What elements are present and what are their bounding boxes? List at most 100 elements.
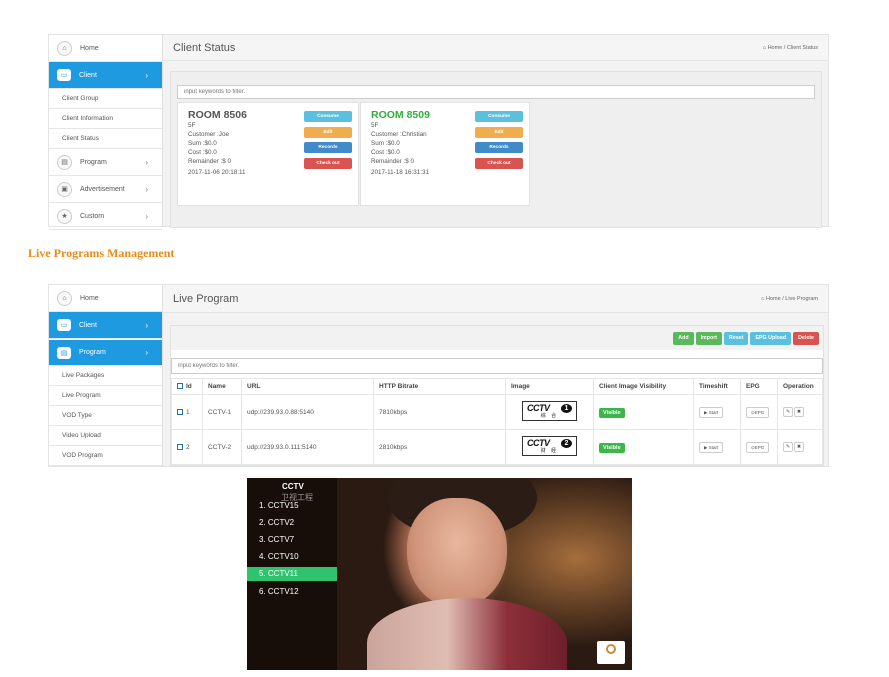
filter-input[interactable] [177,85,815,99]
epg-button[interactable]: ⊙EPG [746,441,770,453]
channel-item[interactable]: 2. CCTV2 [247,516,337,530]
sidebar-item-client-group[interactable]: Client Group [49,89,162,109]
cell-epg: ⊙EPG [740,429,778,465]
sidebar-item-vod-type[interactable]: VOD Type [49,406,162,426]
sidebar-item-home[interactable]: ⌂ Home [49,285,162,312]
breadcrumb[interactable]: ⌂ Home / Live Program [761,296,818,302]
timeshift-start-button[interactable]: ▶ Start [699,406,724,418]
sidebar-item-client-information[interactable]: Client Information [49,109,162,129]
table-header-row: Id Name URL HTTP Bitrate Image Client Im… [171,378,823,395]
sidebar-item-client[interactable]: ▭ Client › [49,62,162,89]
cell-bitrate: 2810kbps [373,429,506,465]
sidebar-item-advertisement[interactable]: ▣ Advertisement › [49,176,162,203]
chevron-right-icon: › [145,211,148,221]
records-button[interactable]: Records [304,142,352,153]
column-header-url: URL [241,378,374,395]
delete-button[interactable]: Delete [793,331,819,345]
channel-item[interactable]: 6. CCTV12 [247,585,337,599]
sidebar: ⌂ Home ▭ Client › Client Group Client In… [49,35,163,230]
reset-button[interactable]: Reset [724,331,749,345]
sidebar-item-program[interactable]: ▤ Program › [49,149,162,176]
epg-upload-button[interactable]: EPG Upload [750,331,792,345]
cell-timeshift: ▶ Start [693,394,741,430]
live-program-panel: ⌂ Home ▭ Client › ▤ Program › Live Packa… [48,284,829,467]
photo-body [367,598,567,670]
sidebar-item-label: Live Packages [62,372,105,379]
column-header-visibility: Client Image Visibility [593,378,694,395]
sidebar-item-home[interactable]: ⌂ Home [49,35,162,62]
sidebar-item-label: Live Program [62,392,101,399]
column-header-epg: EPG [740,378,778,395]
sidebar-item-label: Home [80,44,99,52]
channel-logo: CCTV 2 财 经 [522,436,577,456]
edit-button[interactable]: Edit [475,127,523,138]
sidebar-item-label: Advertisement [80,185,125,193]
cell-url: udp://239.93.0.88:5140 [241,394,374,430]
visible-badge[interactable]: Visible [599,407,625,418]
cell-visibility: Visible [593,394,694,430]
column-header-bitrate: HTTP Bitrate [373,378,506,395]
edit-pencil-icon[interactable]: ✎ [783,407,793,417]
visible-badge[interactable]: Visible [599,442,625,453]
film-icon: ▤ [57,346,71,359]
star-icon: ★ [57,208,72,224]
delete-x-icon[interactable]: ✖ [794,407,804,417]
channel-item[interactable]: 3. CCTV7 [247,533,337,547]
chevron-right-icon: › [145,320,148,330]
sidebar-item-vod-program[interactable]: VOD Program [49,446,162,466]
filter-input[interactable] [171,358,823,374]
sidebar-item-video-upload[interactable]: Video Upload [49,426,162,446]
edit-pencil-icon[interactable]: ✎ [783,442,793,452]
column-header-timeshift: Timeshift [693,378,741,395]
sidebar-item-client[interactable]: ▭ Client › [49,312,162,339]
sidebar-item-label: VOD Program [62,452,103,459]
cell-bitrate: 7810kbps [373,394,506,430]
sidebar-item-label: Client [79,321,97,329]
channel-item[interactable]: 1. CCTV15 [247,499,337,513]
channel-menu-title: CCTV [282,482,304,491]
channel-item-selected[interactable]: 5. CCTV11 [247,567,337,581]
sidebar-item-client-status[interactable]: Client Status [49,129,162,149]
row-checkbox[interactable] [177,443,183,450]
select-all-checkbox[interactable] [177,383,183,390]
home-icon: ⌂ [57,290,72,306]
consume-button[interactable]: Consume [304,111,352,122]
chevron-right-icon: › [145,70,148,80]
sidebar-item-label: Home [80,294,99,302]
logo-emblem-icon [606,644,616,654]
edit-button[interactable]: Edit [304,127,352,138]
row-checkbox[interactable] [177,408,183,415]
section-heading: Live Programs Management [28,246,175,260]
records-button[interactable]: Records [475,142,523,153]
sidebar-item-live-packages[interactable]: Live Packages [49,366,162,386]
photo-face [407,498,507,608]
sidebar-item-custom[interactable]: ★ Custom › [49,203,162,230]
cell-visibility: Visible [593,429,694,465]
tv-screen: CCTV 卫视工程 1. CCTV15 2. CCTV2 3. CCTV7 4.… [247,478,632,670]
toolbar: Add Import Reset EPG Upload Delete [171,326,823,350]
channel-item[interactable]: 4. CCTV10 [247,550,337,564]
sidebar: ⌂ Home ▭ Client › ▤ Program › Live Packa… [49,285,163,466]
cell-name: CCTV-2 [202,429,242,465]
sidebar-item-label: Program [80,158,107,166]
add-button[interactable]: Add [673,331,694,345]
sidebar-item-live-program[interactable]: Live Program [49,386,162,406]
cell-url: udp://239.93.0.111:5140 [241,429,374,465]
consume-button[interactable]: Consume [475,111,523,122]
epg-button[interactable]: ⊙EPG [746,406,770,418]
check-out-button[interactable]: Check out [475,158,523,169]
timeshift-start-button[interactable]: ▶ Start [699,441,724,453]
column-header-id[interactable]: Id [171,378,203,395]
sidebar-item-label: Client Group [62,95,99,102]
cell-id[interactable]: 1 [171,394,203,430]
import-button[interactable]: Import [695,331,723,345]
cell-id[interactable]: 2 [171,429,203,465]
delete-x-icon[interactable]: ✖ [794,442,804,452]
film-icon: ▤ [57,154,72,170]
breadcrumb[interactable]: ⌂ Home / Client Status [763,45,818,51]
monitor-icon: ▭ [57,319,71,331]
check-out-button[interactable]: Check out [304,158,352,169]
sidebar-item-program[interactable]: ▤ Program › [49,339,162,366]
cell-image: CCTV 2 财 经 [505,429,594,465]
room-card: ROOM 8506 5F Customer :Joe Sum :$0.0 Cos… [177,102,359,206]
